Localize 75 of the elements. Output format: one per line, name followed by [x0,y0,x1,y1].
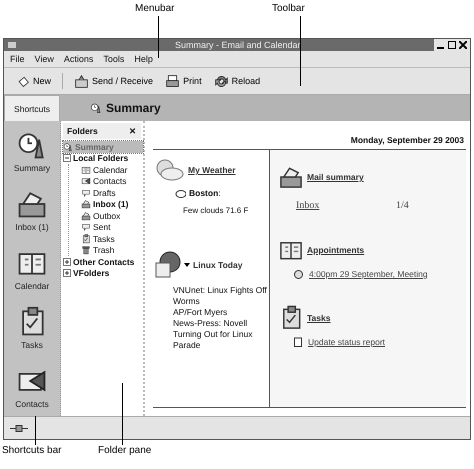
toolbar-button[interactable]: New [12,72,54,90]
close-icon[interactable] [459,41,467,49]
shortcuts-tab[interactable]: Shortcuts [4,95,60,121]
maximize-icon[interactable] [448,41,456,49]
folder-item[interactable]: Other Contacts [63,256,143,268]
card-icon [81,176,91,186]
menu-item[interactable]: Help [134,54,153,64]
folder-item[interactable]: Drafts [81,187,143,198]
appointments-link[interactable]: Appointments [307,245,364,255]
callout-label: Menubar [135,3,174,14]
expand-icon[interactable] [63,258,71,266]
calendar-icon [81,164,91,175]
folder-item[interactable]: Sent [81,222,143,233]
news-item[interactable]: VNUnet: Linux Fights Off Worms [173,285,267,307]
folder-item[interactable]: Trash [81,244,143,256]
plug-icon [10,424,28,432]
toolbar-button[interactable]: Reload [210,72,264,90]
message-count: 1/4 [396,200,409,211]
shortcut-item[interactable]: Inbox (1) [9,186,55,232]
leader-line [158,16,159,58]
callout-label: Folder pane [98,445,152,456]
folder-item[interactable]: VFolders [63,268,143,279]
toolbar-button[interactable]: Send / Receive [71,72,156,90]
speech-bubble-icon [81,222,91,232]
callout-label: Shortcuts bar [2,445,62,456]
news-item[interactable]: News-Press: Novell Turning Out for Linux Parade [173,318,267,351]
shortcut-item[interactable]: Calendar [8,246,56,292]
cloud-icon [175,188,186,198]
globe-icon [155,251,181,279]
speech-bubble-icon [81,188,91,198]
folder-item[interactable]: Calendar [81,164,143,176]
tasks-link[interactable]: Tasks [307,313,330,323]
folder-item[interactable]: Local Folders [63,152,143,164]
menu-item[interactable]: Actions [64,54,94,64]
folder-item[interactable]: Inbox (1) [81,198,143,210]
folder-item[interactable]: Contacts [81,176,143,187]
news-heading: Linux Today [193,260,242,270]
note-icon [294,337,302,347]
leader-line [122,383,123,445]
trash-icon [81,245,91,256]
toolbar-button[interactable]: Print [162,72,205,90]
summary-title: Summary [106,101,161,115]
folder-item[interactable]: Tasks [81,233,143,244]
appointment-link[interactable]: 4:00pm 29 September, Meeting [309,269,428,279]
menu-item[interactable]: Tools [103,54,124,64]
window-menu-icon[interactable] [7,40,17,50]
clipboard-icon [81,234,91,244]
menu-item[interactable]: View [34,54,54,64]
city-label: Boston: [189,188,221,198]
folder-item[interactable]: Outbox [81,210,143,222]
weather-link[interactable]: My Weather [188,165,236,175]
expand-icon[interactable] [63,269,71,278]
weather-conditions: Few clouds 71.6 F [182,206,250,215]
close-pane-button[interactable]: ✕ [129,126,137,136]
folders-title: Folders [67,126,98,136]
printer-icon [165,74,180,88]
expanded-triangle-icon[interactable] [184,262,190,268]
callout-label: Toolbar [272,3,305,14]
cloud-icon [155,158,185,182]
folder-link[interactable]: Inbox [296,200,396,211]
collapse-icon[interactable] [63,154,71,162]
tray-icon [81,210,91,221]
shortcut-item[interactable]: Summary [8,128,56,174]
mail-summary-link[interactable]: Mail summary [307,172,364,182]
shortcut-item[interactable]: Tasks [10,304,54,350]
news-item[interactable]: AP/Fort Myers [173,307,267,318]
window-title: Summary - Email and Calendar [174,40,302,50]
leader-line [300,16,301,86]
envelope-icon [74,74,90,88]
shortcut-item[interactable]: Contacts [9,364,55,410]
reload-icon [214,74,229,88]
task-link[interactable]: Update status report [308,337,386,347]
tray-icon [81,199,91,210]
leader-line [35,416,36,445]
menu-item[interactable]: File [10,54,25,64]
